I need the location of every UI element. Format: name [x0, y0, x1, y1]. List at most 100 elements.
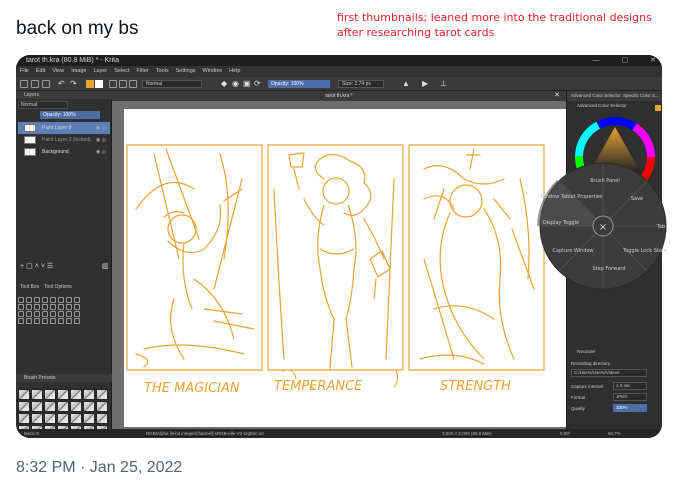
tool-icon[interactable]	[74, 297, 80, 303]
tool-icon[interactable]	[50, 311, 56, 317]
tab-advanced-color[interactable]: Advanced Color Selector	[571, 91, 621, 101]
gradient-icon[interactable]	[109, 80, 117, 88]
radial-item-save[interactable]: Save	[631, 196, 643, 202]
mirror-horizontal-icon[interactable]: ▲	[402, 79, 410, 88]
menu-select[interactable]: Select	[114, 66, 129, 77]
format-select[interactable]: JPEG	[613, 393, 647, 401]
tool-icon[interactable]	[18, 304, 24, 310]
brush-preset-tile[interactable]	[57, 389, 69, 400]
brush-preset-tile[interactable]	[57, 413, 69, 424]
tool-icon[interactable]	[18, 318, 24, 324]
foreground-color-swatch[interactable]	[86, 80, 94, 88]
menu-edit[interactable]: Edit	[36, 66, 45, 77]
recording-dir-field[interactable]: C:/Users/Users/Videos	[571, 369, 647, 377]
radial-item-capture-window[interactable]: Capture Window	[552, 248, 593, 254]
radial-close-icon[interactable]: ×	[599, 222, 607, 233]
tool-icon[interactable]	[34, 304, 40, 310]
brush-preset-tile[interactable]	[18, 413, 30, 424]
tool-icon[interactable]	[66, 318, 72, 324]
tab-tool-box[interactable]: Tool Box	[20, 284, 39, 290]
brush-preset-tile[interactable]	[57, 401, 69, 412]
radial-item-toggle-lock[interactable]: Toggle Lock State	[622, 248, 667, 254]
tool-icon[interactable]	[50, 297, 56, 303]
background-color-swatch[interactable]	[95, 80, 103, 88]
undo-icon[interactable]: ↶	[58, 79, 65, 88]
tool-icon[interactable]	[50, 304, 56, 310]
lock-icon[interactable]: ◉ ◎	[96, 134, 106, 146]
menu-image[interactable]: Image	[71, 66, 86, 77]
brush-preset-tile[interactable]	[44, 413, 56, 424]
close-document-icon[interactable]: ✕	[554, 91, 560, 101]
tool-icon[interactable]	[26, 304, 32, 310]
radial-item-display-toggle[interactable]: Display Toggle	[543, 220, 579, 226]
brush-preset-tile[interactable]	[96, 401, 108, 412]
tool-icon[interactable]	[34, 311, 40, 317]
brush-preset-tile[interactable]	[31, 401, 43, 412]
menu-layer[interactable]: Layer	[93, 66, 107, 77]
menu-window[interactable]: Window	[203, 66, 223, 77]
tool-icon[interactable]	[42, 304, 48, 310]
brush-preset-tile[interactable]	[96, 389, 108, 400]
tool-icon[interactable]	[26, 318, 32, 324]
radial-item-window-tablet[interactable]: Window Tablet Properties	[539, 194, 602, 200]
radial-menu[interactable]: Brush Panel Save Tab Toggle Lock State S…	[537, 160, 669, 292]
tab-specific-color[interactable]: Specific Color S...	[623, 91, 659, 101]
tool-icon[interactable]	[58, 297, 64, 303]
delete-layer-icon[interactable]: ▥	[102, 262, 111, 270]
minimize-button[interactable]: —	[593, 55, 600, 66]
layer-opacity-slider[interactable]: Opacity: 100%	[40, 111, 100, 119]
sketch-canvas[interactable]: THE MAGICIAN TEMPERANCE STRENGTH	[124, 109, 566, 427]
tool-icon[interactable]	[58, 318, 64, 324]
brush-preset-tile[interactable]	[83, 413, 95, 424]
radial-item-tab[interactable]: Tab	[656, 224, 665, 230]
menu-view[interactable]: View	[52, 66, 64, 77]
layer-row[interactable]: Paint Layer 2 (locked) ◉ ◎	[18, 134, 110, 146]
opacity-slider[interactable]: Opacity: 100%	[268, 80, 330, 88]
redo-icon[interactable]: ↷	[70, 79, 77, 88]
brush-preset-icon[interactable]	[129, 80, 137, 88]
radial-item-step-forward[interactable]: Step Forward	[592, 266, 625, 272]
tool-icon[interactable]	[66, 304, 72, 310]
wrap-around-icon[interactable]: ⊥	[440, 79, 447, 88]
maximize-button[interactable]: ▢	[622, 55, 629, 66]
lock-icon[interactable]: ◉ ◎	[96, 146, 106, 158]
mirror-vertical-icon[interactable]: ▶	[422, 79, 428, 88]
tool-icon[interactable]	[50, 318, 56, 324]
visibility-icon[interactable]: ◉ ◎	[96, 122, 106, 134]
layer-row[interactable]: Background ◉ ◎	[18, 146, 110, 158]
pattern-icon[interactable]	[119, 80, 127, 88]
tool-icon[interactable]	[66, 297, 72, 303]
tool-icon[interactable]	[34, 297, 40, 303]
brush-preset-tile[interactable]	[96, 413, 108, 424]
menu-tools[interactable]: Tools	[156, 66, 169, 77]
document-tab[interactable]: tarot th.kra * ✕	[112, 91, 566, 101]
blend-mode-select[interactable]: Normal	[142, 80, 202, 88]
close-button[interactable]: ✕	[650, 55, 656, 66]
tool-icon[interactable]	[74, 304, 80, 310]
brush-preset-tile[interactable]	[31, 389, 43, 400]
layer-row[interactable]: Paint Layer 9 ◉ ◎	[18, 122, 110, 134]
tool-icon[interactable]	[42, 311, 48, 317]
eraser-icon[interactable]: ◆	[221, 79, 227, 88]
tool-icon[interactable]	[66, 311, 72, 317]
brush-preset-tile[interactable]	[18, 389, 30, 400]
menu-settings[interactable]: Settings	[176, 66, 196, 77]
tool-icon[interactable]	[26, 297, 32, 303]
tool-icon[interactable]	[26, 311, 32, 317]
reload-preset-icon[interactable]: ⟳	[254, 79, 261, 88]
tool-icon[interactable]	[58, 311, 64, 317]
radial-item-brush-panel[interactable]: Brush Panel	[590, 178, 620, 184]
tool-icon[interactable]	[42, 297, 48, 303]
preserve-alpha-icon[interactable]: ◉	[232, 79, 239, 88]
menu-help[interactable]: Help	[229, 66, 240, 77]
tool-icon[interactable]	[74, 311, 80, 317]
brush-preset-tile[interactable]	[31, 413, 43, 424]
new-document-icon[interactable]	[20, 80, 28, 88]
tool-icon[interactable]	[34, 318, 40, 324]
brush-preset-tile[interactable]	[70, 389, 82, 400]
brush-preset-tile[interactable]	[83, 401, 95, 412]
quality-slider[interactable]: 100%	[613, 404, 647, 412]
save-document-icon[interactable]	[42, 80, 50, 88]
brush-preset-tile[interactable]	[44, 389, 56, 400]
open-document-icon[interactable]	[31, 80, 39, 88]
